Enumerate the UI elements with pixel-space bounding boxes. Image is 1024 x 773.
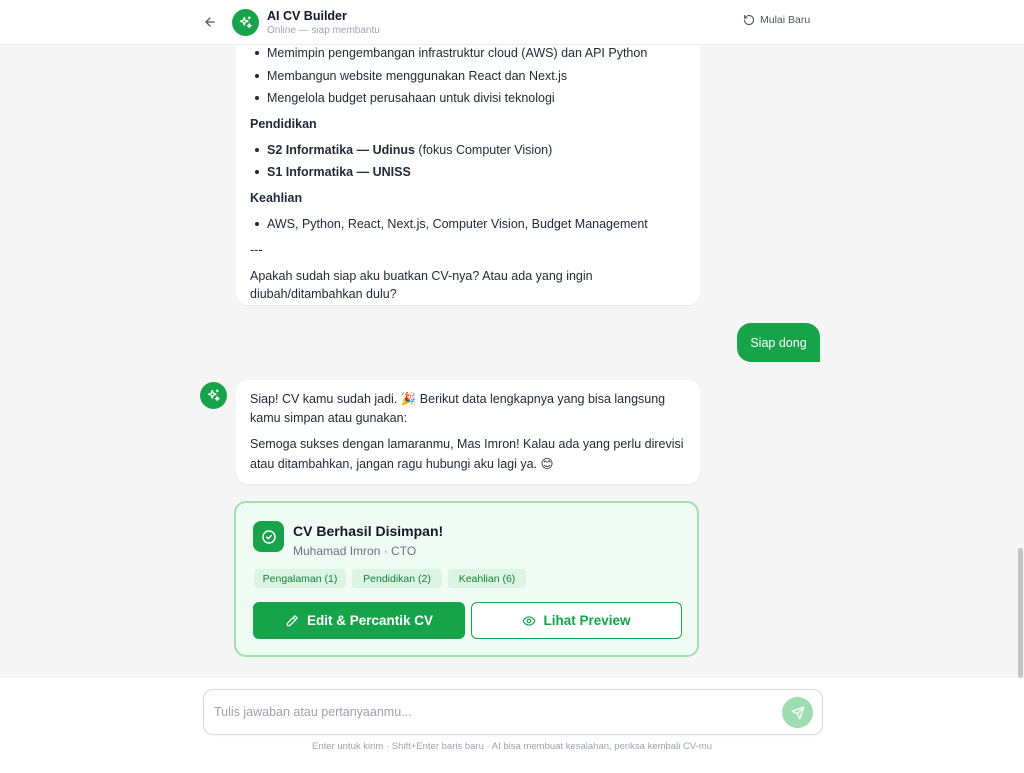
list-item: Membangun website menggunakan React dan … [254,66,567,86]
composer-box [203,689,823,735]
composer-hint: Enter untuk kirim · Shift+Enter baris ba… [312,741,712,752]
composer-area: Enter untuk kirim · Shift+Enter baris ba… [0,678,1024,773]
brand-avatar [232,9,259,36]
ai-avatar [200,382,227,409]
edu-degree: S2 Informatika — Udinus [267,143,415,157]
restart-label: Mulai Baru [760,14,811,26]
edu-degree: S1 Informatika — UNISS [267,165,411,179]
cv-card-subtitle: Muhamad Imron · CTO [293,544,417,558]
send-icon [791,706,804,719]
list-item: S2 Informatika — Udinus (fokus Computer … [254,140,553,160]
chat-messages[interactable]: Memimpin pengembangan infrastruktur clou… [0,45,1024,678]
message-text: kamu simpan atau gunakan: [250,411,408,425]
rotate-ccw-icon [743,14,755,26]
list-item: AWS, Python, React, Next.js, Computer Vi… [255,214,648,234]
eye-icon [523,615,536,626]
chat-header: AI CV Builder Online — siap membantu Mul… [0,0,1024,45]
user-message: Siap dong [737,323,820,362]
list-item: Mengelola budget perusahaan untuk divisi… [255,88,555,108]
cv-saved-card: CV Berhasil Disimpan! Muhamad Imron · CT… [234,501,699,657]
preview-cv-button[interactable]: Lihat Preview [471,602,682,639]
restart-button[interactable]: Mulai Baru [743,14,810,26]
ai-message-cv-summary: Memimpin pengembangan infrastruktur clou… [236,45,700,305]
chip-pendidikan: Pendidikan (2) [352,569,442,588]
message-text: Semoga sukses dengan lamaranmu, Mas Imro… [250,437,684,451]
section-heading-keahlian: Keahlian [250,191,303,205]
app-title: AI CV Builder [267,9,347,23]
chip-pengalaman: Pengalaman (1) [254,569,346,588]
chip-keahlian: Keahlian (6) [448,569,526,588]
send-button[interactable] [782,697,813,728]
ai-message-done: Siap! CV kamu sudah jadi. 🎉 Berikut data… [236,380,700,484]
circle-check-icon [261,529,276,544]
sparkles-icon [239,16,252,29]
edu-note: (fokus Computer Vision) [414,143,553,157]
separator-text: --- [250,243,263,257]
message-text: Siap! CV kamu sudah jadi. 🎉 Berikut data… [250,392,666,406]
back-button[interactable] [200,11,220,33]
question-text: diubah/ditambahkan dulu? [250,287,397,301]
list-item: Memimpin pengembangan infrastruktur clou… [254,45,647,63]
message-input[interactable] [214,698,774,726]
arrow-left-icon [205,17,215,27]
list-item: S1 Informatika — UNISS [255,162,411,182]
cv-card-title: CV Berhasil Disimpan! [293,523,444,539]
chat-scrollbar[interactable] [1018,548,1023,678]
cv-check-badge [253,521,284,552]
preview-cv-label: Lihat Preview [543,613,631,628]
edit-cv-button[interactable]: Edit & Percantik CV [253,602,465,639]
question-text: Apakah sudah siap aku buatkan CV-nya? At… [250,269,593,283]
message-text: atau ditambahkan, jangan ragu hubungi ak… [250,457,554,471]
section-heading-pendidikan: Pendidikan [250,117,317,131]
online-status: Online — siap membantu [267,25,380,36]
edit-cv-label: Edit & Percantik CV [306,613,434,628]
pencil-icon [286,614,298,626]
sparkles-icon [207,389,220,402]
